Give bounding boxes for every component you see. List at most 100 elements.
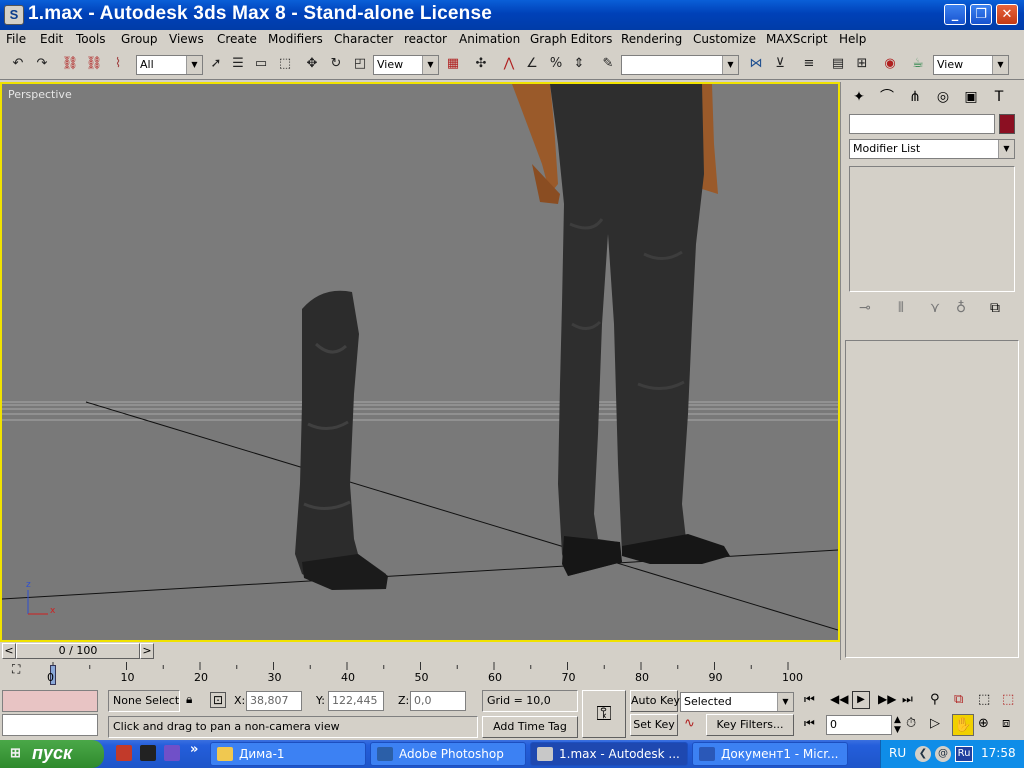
percent-snap-icon[interactable]: % [546,54,566,74]
maxscript-input-mini[interactable] [2,714,98,736]
menu-file[interactable]: File [6,32,26,46]
edit-named-selection-icon[interactable]: ✎ [598,54,618,74]
select-and-move-icon[interactable]: ✥ [302,54,322,74]
pan-hand-icon[interactable]: ✋ [952,714,974,736]
align-icon[interactable]: ⊻ [770,54,790,74]
zoom-icon[interactable]: ⚲ [930,692,940,707]
pivot-center-icon[interactable]: ▦ [443,54,463,74]
maximize-viewport-icon[interactable]: ⧈ [1002,716,1010,731]
frame-spinner-icon[interactable]: ▲ ▼ [894,715,901,735]
language-indicator[interactable]: RU [889,746,906,760]
angle-snap-icon[interactable]: ∠ [522,54,542,74]
menu-rendering[interactable]: Rendering [621,32,682,46]
undo-icon[interactable]: ↶ [8,54,28,74]
task-3dsmax[interactable]: 1.max - Autodesk ... [530,742,688,766]
zoom-all-icon[interactable]: ⧉ [954,692,963,707]
maxscript-listener-mini[interactable] [2,690,98,712]
unlink-selection-icon[interactable]: ⛓ [84,54,104,74]
make-unique-icon[interactable]: ⋎ [923,296,947,320]
default-tangent-icon[interactable]: ∿ [684,716,695,731]
spinner-snap-icon[interactable]: ⇕ [569,54,589,74]
quicklaunch-app1-icon[interactable] [116,745,132,761]
selection-filter-dropdown[interactable]: All ▼ [136,55,203,75]
select-and-link-icon[interactable]: ⛓ [60,54,80,74]
track-bar[interactable]: 0 10 20 30 40 50 60 70 80 90 100 [47,662,838,688]
key-mode-dropdown[interactable]: Selected ▼ [680,692,794,712]
create-tab-icon[interactable]: ✦ [847,85,871,109]
next-frame-icon[interactable]: ▶▶ [878,692,896,706]
play-icon[interactable]: ▶ [852,691,870,709]
add-time-tag-button[interactable]: Add Time Tag [482,716,578,738]
redo-icon[interactable]: ↷ [32,54,52,74]
y-coordinate-field[interactable]: 122,445 [328,691,384,711]
network-icon[interactable]: @ [935,746,951,762]
object-color-swatch[interactable] [999,114,1015,134]
task-dima[interactable]: Дима-1 [210,742,366,766]
key-mode-toggle-icon[interactable]: ⏮ [804,716,815,731]
go-to-end-icon[interactable]: ⏭ [902,692,913,707]
back-icon[interactable]: ❮ [915,746,931,762]
time-slider[interactable]: 0 / 100 [16,643,140,659]
motion-tab-icon[interactable]: ◎ [931,85,955,109]
quicklaunch-app2-icon[interactable] [140,745,156,761]
task-word[interactable]: Документ1 - Micr... [692,742,848,766]
select-and-manipulate-icon[interactable]: ✣ [471,54,491,74]
window-crossing-icon[interactable]: ⬚ [275,54,295,74]
material-editor-icon[interactable]: ◉ [880,54,900,74]
set-key-icon[interactable]: ⚿ [582,690,626,738]
app-icon[interactable]: S [4,5,24,25]
hierarchy-tab-icon[interactable]: ⋔ [903,85,927,109]
task-photoshop[interactable]: Adobe Photoshop [370,742,526,766]
render-type-dropdown[interactable]: View ▼ [933,55,1009,75]
select-and-scale-icon[interactable]: ◰ [350,54,370,74]
go-to-start-icon[interactable]: ⏮ [804,692,815,707]
reference-coordinate-dropdown[interactable]: View ▼ [373,55,439,75]
display-tab-icon[interactable]: ▣ [959,85,983,109]
select-and-rotate-icon[interactable]: ↻ [326,54,346,74]
previous-frame-icon[interactable]: ◀◀ [830,692,848,706]
rectangular-selection-icon[interactable]: ▭ [251,54,271,74]
menu-help[interactable]: Help [839,32,866,46]
snap-toggle-icon[interactable]: ⋀ [499,54,519,74]
render-scene-icon[interactable]: ☕ [908,54,928,74]
configure-modifier-sets-icon[interactable]: ⧉ [983,296,1007,320]
schematic-view-icon[interactable]: ⊞ [852,54,872,74]
menu-reactor[interactable]: reactor [404,32,447,46]
zoom-extents-icon[interactable]: ⬚ [978,692,990,707]
menu-modifiers[interactable]: Modifiers [268,32,323,46]
close-button[interactable]: ✕ [996,4,1018,25]
menu-animation[interactable]: Animation [459,32,520,46]
z-coordinate-field[interactable]: 0,0 [410,691,466,711]
auto-key-button[interactable]: Auto Key [630,690,680,712]
maximize-button[interactable]: ❐ [970,4,992,25]
menu-maxscript[interactable]: MAXScript [766,32,828,46]
lock-icon[interactable]: 🔒︎ [186,692,192,707]
set-key-button[interactable]: Set Key [630,714,678,736]
modify-tab-icon[interactable]: ⌒ [875,85,899,109]
prev-frame-button[interactable]: < [2,643,16,659]
modifier-list-dropdown[interactable]: Modifier List ▼ [849,139,1015,159]
menu-edit[interactable]: Edit [40,32,63,46]
viewport-label[interactable]: Perspective [8,88,72,101]
select-object-icon[interactable]: ➚ [206,54,226,74]
perspective-viewport[interactable]: Perspective z x [0,82,840,642]
keyboard-layout-badge[interactable]: Ru [955,746,973,762]
menu-character[interactable]: Character [334,32,393,46]
menu-create[interactable]: Create [217,32,257,46]
object-name-field[interactable] [849,114,995,134]
zoom-extents-all-icon[interactable]: ⬚ [1002,692,1014,707]
menu-graph-editors[interactable]: Graph Editors [530,32,612,46]
x-coordinate-field[interactable]: 38,807 [246,691,302,711]
time-configuration-icon[interactable]: ⏱ [906,716,916,731]
utilities-tab-icon[interactable]: T [987,85,1011,109]
select-by-name-icon[interactable]: ☰ [228,54,248,74]
current-frame-field[interactable]: 0 [826,715,892,735]
curve-editor-icon[interactable]: ▤ [828,54,848,74]
mirror-icon[interactable]: ⋈ [746,54,766,74]
menu-customize[interactable]: Customize [693,32,756,46]
quicklaunch-app3-icon[interactable] [164,745,180,761]
next-frame-button[interactable]: > [140,643,154,659]
menu-tools[interactable]: Tools [76,32,106,46]
absolute-mode-icon[interactable]: ⊡ [210,692,226,708]
arc-rotate-icon[interactable]: ⊕ [978,716,989,731]
